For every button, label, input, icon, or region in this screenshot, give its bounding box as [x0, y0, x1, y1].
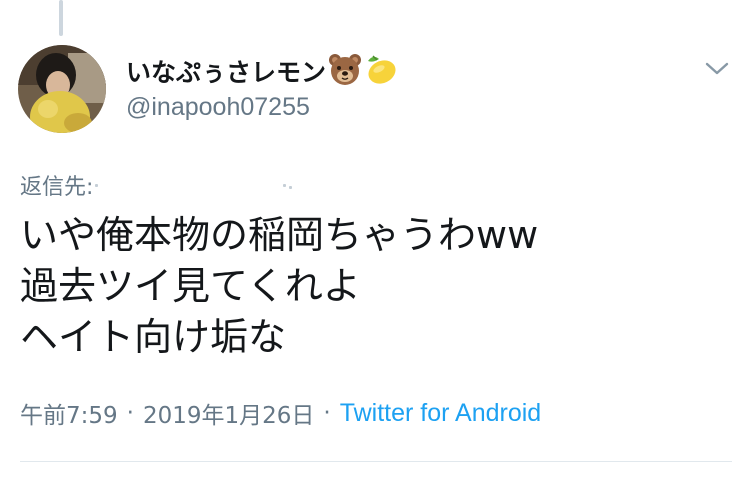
reply-to-label: 返信先:: [20, 175, 94, 200]
chevron-down-icon[interactable]: [704, 60, 730, 78]
tweet-time[interactable]: 午前7:59: [20, 396, 118, 430]
tweet-text: いや俺本物の稲岡ちゃうわww 過去ツイ見てくれよ ヘイト向け垢な: [20, 210, 720, 363]
tweet-source-link[interactable]: Twitter for Android: [340, 399, 541, 428]
avatar[interactable]: [18, 45, 106, 133]
tweet-text-line: いや俺本物の稲岡ちゃうわww: [20, 213, 539, 257]
tweet-metadata: 午前7:59 · 2019年1月26日 · Twitter for Androi…: [20, 396, 541, 430]
lemon-icon: [364, 52, 398, 90]
tweet-text-line: ヘイト向け垢な: [20, 315, 287, 359]
divider: [20, 461, 732, 462]
author-display-name[interactable]: いなぷぅさレモン: [126, 53, 326, 89]
meta-separator: ·: [323, 400, 331, 426]
tweet-text-line: 過去ツイ見てくれよ: [20, 264, 361, 308]
reply-context: 返信先:: [20, 168, 303, 202]
thread-connector-line: [59, 0, 63, 36]
tweet-date[interactable]: 2019年1月26日: [143, 396, 314, 430]
bear-face-icon: [328, 52, 362, 90]
author-name-row[interactable]: いなぷぅさレモン: [126, 52, 398, 90]
meta-separator: ·: [126, 400, 134, 426]
reply-recipient-redacted[interactable]: [93, 175, 303, 195]
author-handle[interactable]: @inapooh07255: [126, 93, 310, 122]
